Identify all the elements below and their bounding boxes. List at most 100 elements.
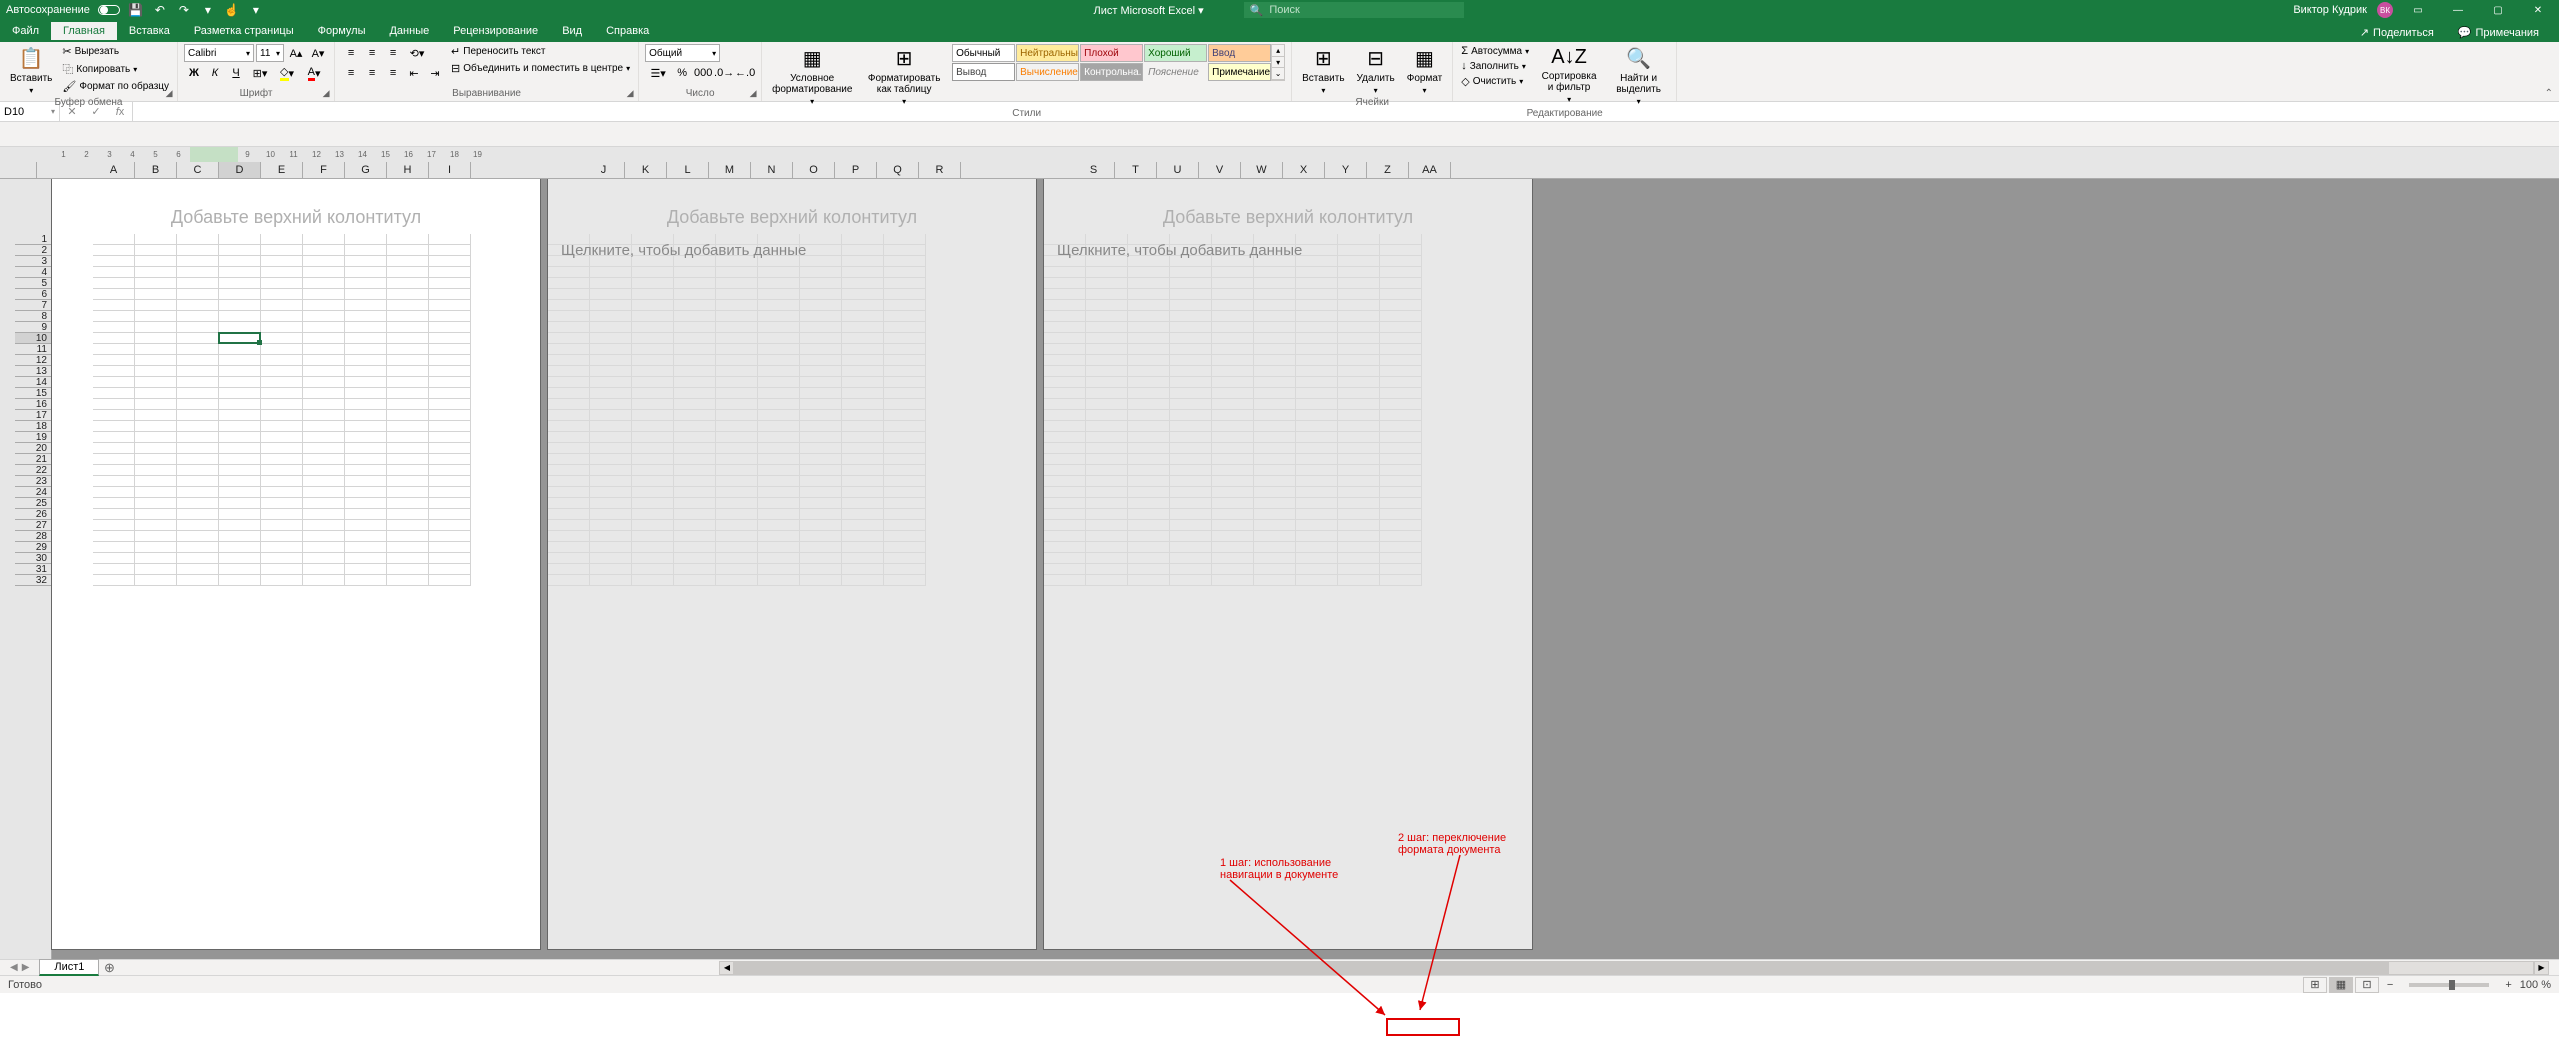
maximize-icon[interactable]: ▢ <box>2483 0 2513 20</box>
cell-grid[interactable] <box>548 234 1036 586</box>
row-header[interactable]: 22 <box>15 465 51 476</box>
row-header[interactable]: 11 <box>15 344 51 355</box>
fill-button[interactable]: ↓Заполнить ▾ <box>1459 59 1531 73</box>
format-painter-button[interactable]: 🖌Формат по образцу <box>60 79 171 94</box>
tab-formulas[interactable]: Формулы <box>306 22 378 42</box>
row-header[interactable]: 30 <box>15 553 51 564</box>
add-sheet-button[interactable]: ⊕ <box>99 960 119 976</box>
col-header[interactable]: W <box>1241 162 1283 178</box>
indent-decrease-icon[interactable]: ⇤ <box>404 64 424 82</box>
format-as-table-button[interactable]: ⊞ Форматировать как таблицу▾ <box>860 44 948 108</box>
col-header[interactable]: F <box>303 162 345 178</box>
decrease-decimal-icon[interactable]: ←.0 <box>735 64 755 82</box>
sheet-tab[interactable]: Лист1 <box>39 959 99 976</box>
row-header[interactable]: 2 <box>15 245 51 256</box>
style-neutral[interactable]: Нейтральный <box>1016 44 1079 62</box>
font-name-combo[interactable]: Calibri▾ <box>184 44 254 62</box>
comments-button[interactable]: 💬Примечания <box>2448 23 2549 42</box>
row-header[interactable]: 27 <box>15 520 51 531</box>
save-icon[interactable]: 💾 <box>128 2 144 18</box>
dialog-launcher-icon[interactable]: ◢ <box>163 87 175 99</box>
find-select-button[interactable]: 🔍Найти и выделить▾ <box>1607 44 1670 108</box>
touch-mode-icon[interactable]: ☝ <box>224 2 240 18</box>
style-output[interactable]: Вывод <box>952 63 1015 81</box>
select-all-corner[interactable] <box>0 162 37 178</box>
row-header[interactable]: 3 <box>15 256 51 267</box>
dialog-launcher-icon[interactable]: ◢ <box>747 87 759 99</box>
active-cell[interactable] <box>218 332 261 344</box>
row-header[interactable]: 21 <box>15 454 51 465</box>
qat-more-icon[interactable]: ▾ <box>200 2 216 18</box>
col-header[interactable]: K <box>625 162 667 178</box>
col-header[interactable]: I <box>429 162 471 178</box>
zoom-in-icon[interactable]: + <box>2499 979 2517 991</box>
page-2[interactable]: Добавьте верхний колонтитул Щелкните, чт… <box>548 179 1036 949</box>
view-page-layout-button[interactable]: ▦ <box>2329 977 2353 993</box>
row-header[interactable]: 10 <box>15 333 51 344</box>
tab-insert[interactable]: Вставка <box>117 22 182 42</box>
style-input[interactable]: Ввод <box>1208 44 1271 62</box>
row-header[interactable]: 31 <box>15 564 51 575</box>
vertical-ruler[interactable] <box>0 179 15 959</box>
data-placeholder[interactable]: Щелкните, чтобы добавить данные <box>554 237 813 264</box>
cut-button[interactable]: ✂Вырезать <box>60 44 171 59</box>
font-color-button[interactable]: A▾ <box>301 64 327 82</box>
search-input[interactable]: 🔍 Поиск <box>1244 2 1464 18</box>
bold-button[interactable]: Ж <box>184 64 204 82</box>
style-good[interactable]: Хороший <box>1144 44 1207 62</box>
minimize-icon[interactable]: — <box>2443 0 2473 20</box>
align-middle-icon[interactable]: ≡ <box>362 44 382 62</box>
align-left-icon[interactable]: ≡ <box>341 64 361 82</box>
copy-button[interactable]: ⿻Копировать ▾ <box>60 60 171 78</box>
align-center-icon[interactable]: ≡ <box>362 64 382 82</box>
row-header[interactable]: 19 <box>15 432 51 443</box>
indent-increase-icon[interactable]: ⇥ <box>425 64 445 82</box>
page-3[interactable]: Добавьте верхний колонтитул Щелкните, чт… <box>1044 179 1532 949</box>
delete-cells-button[interactable]: ⊟Удалить▾ <box>1353 44 1399 97</box>
sheet-nav-next-icon[interactable]: ▶ <box>22 962 30 973</box>
ribbon-display-icon[interactable]: ▭ <box>2403 0 2433 20</box>
col-header[interactable]: Z <box>1367 162 1409 178</box>
view-normal-button[interactable]: ⊞ <box>2303 977 2327 993</box>
style-calculation[interactable]: Вычисление <box>1016 63 1079 81</box>
autosave-toggle[interactable] <box>98 5 120 15</box>
comma-icon[interactable]: 000 <box>693 64 713 82</box>
row-header[interactable]: 9 <box>15 322 51 333</box>
row-header[interactable]: 12 <box>15 355 51 366</box>
dialog-launcher-icon[interactable]: ◢ <box>320 87 332 99</box>
user-name-label[interactable]: Виктор Кудрик <box>2293 4 2367 16</box>
style-check-cell[interactable]: Контрольна... <box>1080 63 1143 81</box>
redo-icon[interactable]: ↷ <box>176 2 192 18</box>
row-header[interactable]: 6 <box>15 289 51 300</box>
close-icon[interactable]: ✕ <box>2523 0 2553 20</box>
hscroll-left-icon[interactable]: ◀ <box>719 961 734 975</box>
user-avatar[interactable]: ВК <box>2377 2 2393 18</box>
col-header[interactable]: Y <box>1325 162 1367 178</box>
data-placeholder[interactable]: Щелкните, чтобы добавить данные <box>1050 237 1309 264</box>
row-header[interactable]: 17 <box>15 410 51 421</box>
hscroll-right-icon[interactable]: ▶ <box>2534 961 2549 975</box>
col-header[interactable]: A <box>93 162 135 178</box>
col-header[interactable]: O <box>793 162 835 178</box>
col-header[interactable]: L <box>667 162 709 178</box>
clear-button[interactable]: ◇Очистить ▾ <box>1459 74 1531 89</box>
row-header[interactable]: 26 <box>15 509 51 520</box>
sheet-nav-prev-icon[interactable]: ◀ <box>10 962 18 973</box>
col-header[interactable]: D <box>219 162 261 178</box>
zoom-slider[interactable] <box>2409 983 2489 987</box>
col-header[interactable]: C <box>177 162 219 178</box>
header-placeholder[interactable]: Добавьте верхний колонтитул <box>1044 179 1532 228</box>
col-header[interactable]: E <box>261 162 303 178</box>
styles-gallery-more[interactable]: ▴▾⌄ <box>1271 44 1285 81</box>
row-header[interactable]: 7 <box>15 300 51 311</box>
header-placeholder[interactable]: Добавьте верхний колонтитул <box>548 179 1036 228</box>
col-header[interactable]: J <box>583 162 625 178</box>
align-right-icon[interactable]: ≡ <box>383 64 403 82</box>
increase-font-icon[interactable]: A▴ <box>286 44 306 62</box>
tab-page-layout[interactable]: Разметка страницы <box>182 22 306 42</box>
row-header[interactable]: 23 <box>15 476 51 487</box>
merge-center-button[interactable]: ⊟Объединить и поместить в центре ▾ <box>449 61 632 76</box>
insert-cells-button[interactable]: ⊞Вставить▾ <box>1298 44 1348 97</box>
col-header[interactable]: G <box>345 162 387 178</box>
horizontal-ruler[interactable]: 1 2 3 4 5 6 7 8 9 10 11 12 13 14 15 16 1… <box>0 147 2559 162</box>
